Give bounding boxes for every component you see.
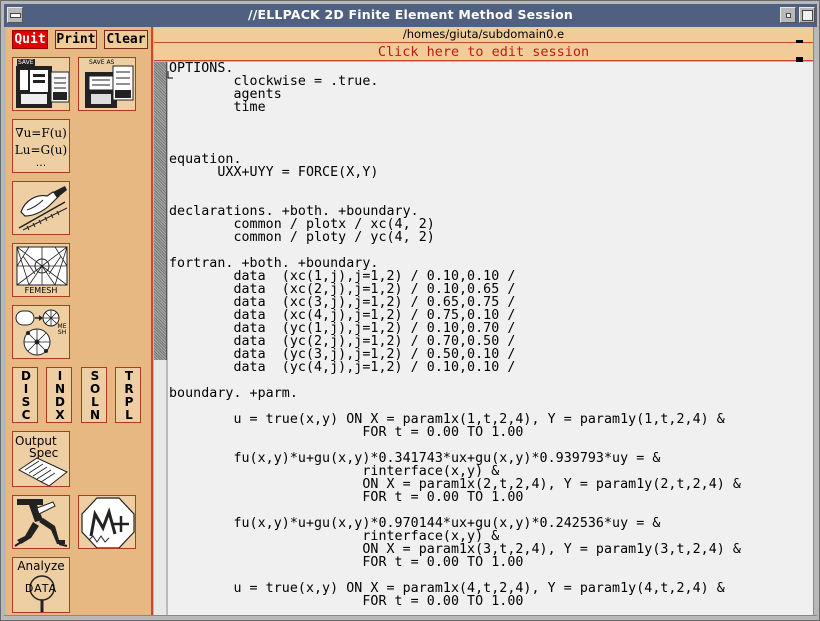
print-button[interactable]: Print [55, 30, 97, 49]
femesh-label: FEMESH [24, 286, 58, 295]
output-paper-icon [18, 457, 68, 486]
data-label: DATA [24, 582, 58, 595]
pde-editor-button[interactable]: ∇u=F(u) Lu=G(u) ... [12, 119, 70, 173]
code-line: UXX+UYY = FORCE(X,Y) [169, 165, 379, 180]
save-as-tool-button[interactable]: SAVE AS [78, 57, 136, 111]
mathematica-icon [81, 497, 135, 548]
discu-label: DISCU [21, 369, 31, 423]
solnu-label: SOLNU [90, 369, 101, 423]
femesh-button[interactable]: FEMESH [12, 243, 70, 297]
save-tool-button[interactable]: SAVE [12, 57, 70, 111]
clear-button[interactable]: Clear [104, 30, 148, 49]
code-line: time [169, 100, 266, 115]
execute-button[interactable] [12, 495, 70, 549]
code-line: boundary. +parm. [169, 386, 298, 401]
running-man-icon [14, 499, 68, 547]
title-bar[interactable]: //ELLPACK 2D Finite Element Method Sessi… [4, 4, 817, 27]
pde-line-2: Lu=G(u) [14, 143, 68, 157]
session-path: /homes/giuta/subdomain0.e [154, 27, 813, 43]
mesh-label: MESH [57, 323, 67, 336]
indxu-label: INDXU [55, 369, 66, 423]
mathematica-button[interactable] [78, 495, 136, 549]
maximize-button[interactable] [799, 7, 815, 23]
code-line: FOR t = 0.00 TO 1.00 [169, 490, 524, 505]
edit-session-button[interactable]: Click here to edit session [154, 43, 813, 61]
minimize-icon [781, 8, 795, 22]
tool-panel: Quit Print Clear SAVE SAVE AS ∇u=F(u) Lu… [6, 27, 153, 617]
minimize-button[interactable] [780, 7, 796, 23]
domain-editor-button[interactable] [12, 181, 70, 235]
solnu-button[interactable]: SOLNU [81, 367, 107, 423]
indxu-button[interactable]: INDXU [46, 367, 72, 423]
trplu-button[interactable]: TRPLU [115, 367, 141, 423]
pde-line-1: ∇u=F(u) [15, 126, 67, 140]
code-line: data (yc(4,j),j=1,2) / 0.10,0.10 / [169, 360, 516, 375]
code-line: FOR t = 0.00 TO 1.00 [169, 594, 524, 609]
mesh-button[interactable]: MESH [12, 305, 70, 359]
analyze-data-button[interactable]: Analyze DATA [12, 557, 70, 613]
maximize-icon [800, 8, 814, 22]
session-text-area[interactable]: OPTIONS. clockwise = .true. agents time e… [168, 62, 813, 615]
vertical-scrollbar-thumb[interactable] [154, 62, 167, 360]
save-tool-label: SAVE [17, 59, 35, 66]
code-line: common / ploty / yc(4, 2) [169, 230, 435, 245]
discu-button[interactable]: DISCU [12, 367, 38, 423]
pde-line-3: ... [35, 156, 47, 169]
code-line: FOR t = 0.00 TO 1.00 [169, 555, 524, 570]
application-window: //ELLPACK 2D Finite Element Method Sessi… [0, 0, 820, 621]
quit-button[interactable]: Quit [12, 30, 48, 49]
window-bottom-border [4, 615, 817, 619]
session-code: OPTIONS. clockwise = .true. agents time e… [169, 62, 741, 608]
text-cursor-icon [167, 71, 173, 79]
window-right-border [813, 27, 817, 617]
output-spec-button[interactable]: Output Spec [12, 431, 70, 487]
code-line: FOR t = 0.00 TO 1.00 [169, 425, 524, 440]
hand-drawing-icon [18, 186, 68, 231]
window-title: //ELLPACK 2D Finite Element Method Sessi… [248, 7, 573, 22]
trplu-label: TRPLU [124, 369, 134, 423]
save-as-tool-label: SAVE AS [89, 59, 115, 66]
vertical-scrollbar-track[interactable] [154, 360, 167, 615]
